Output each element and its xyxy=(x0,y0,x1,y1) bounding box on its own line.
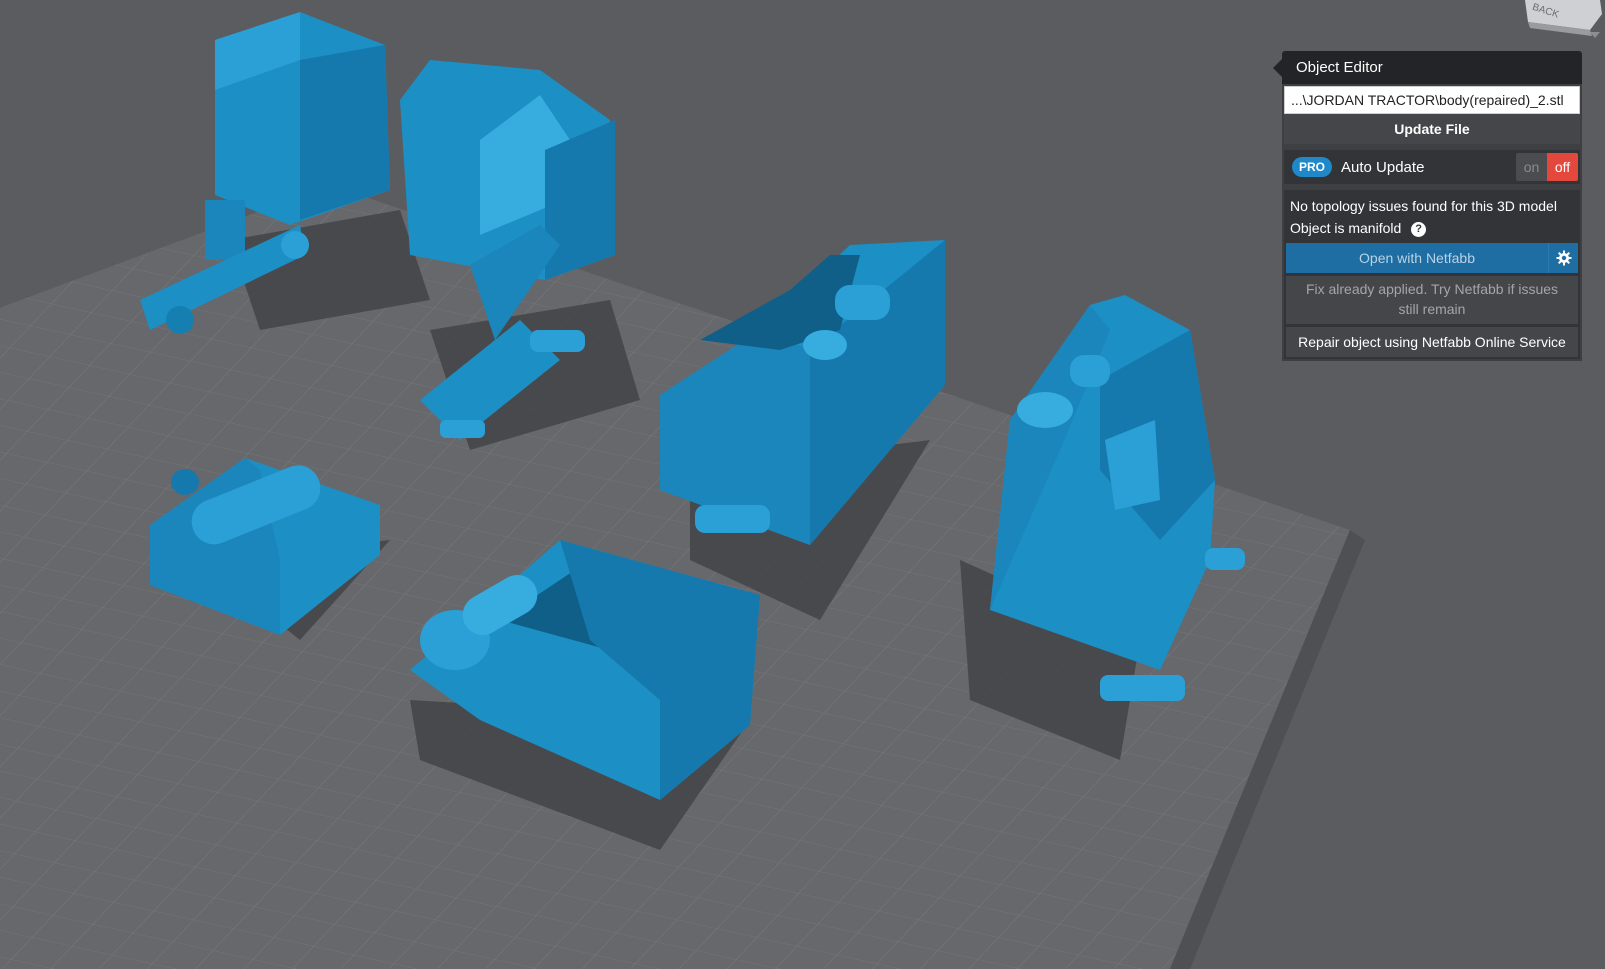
caret-left-icon xyxy=(1273,59,1282,77)
topology-status-text: No topology issues found for this 3D mod… xyxy=(1290,198,1557,214)
gear-icon[interactable] xyxy=(1548,243,1578,273)
repair-online-button[interactable]: Repair object using Netfabb Online Servi… xyxy=(1286,327,1578,357)
object-editor-title: Object Editor xyxy=(1282,51,1582,84)
toggle-on-option[interactable]: on xyxy=(1516,153,1547,181)
auto-update-toggle[interactable]: on off xyxy=(1516,153,1578,181)
topology-status-box: No topology issues found for this 3D mod… xyxy=(1284,190,1580,359)
file-path-input[interactable] xyxy=(1284,86,1580,114)
netfabb-row: Open with Netfabb xyxy=(1286,243,1578,273)
manifold-status-text: Object is manifold xyxy=(1290,220,1402,236)
auto-update-row: PRO Auto Update on off xyxy=(1284,150,1580,184)
pro-badge: PRO xyxy=(1292,157,1333,177)
open-with-netfabb-button[interactable]: Open with Netfabb xyxy=(1286,243,1548,273)
view-cube[interactable]: BACK xyxy=(1520,0,1605,40)
update-file-button[interactable]: Update File xyxy=(1284,114,1580,144)
fix-applied-note: Fix already applied. Try Netfabb if issu… xyxy=(1286,276,1578,324)
manifold-status-line: Object is manifold ? xyxy=(1286,217,1578,239)
object-editor-panel: Object Editor Update File PRO Auto Updat… xyxy=(1273,51,1582,361)
object-editor-body: Update File PRO Auto Update on off No to… xyxy=(1282,84,1582,361)
auto-update-label: Auto Update xyxy=(1341,158,1425,176)
help-icon[interactable]: ? xyxy=(1411,222,1427,237)
toggle-off-option[interactable]: off xyxy=(1547,153,1578,181)
